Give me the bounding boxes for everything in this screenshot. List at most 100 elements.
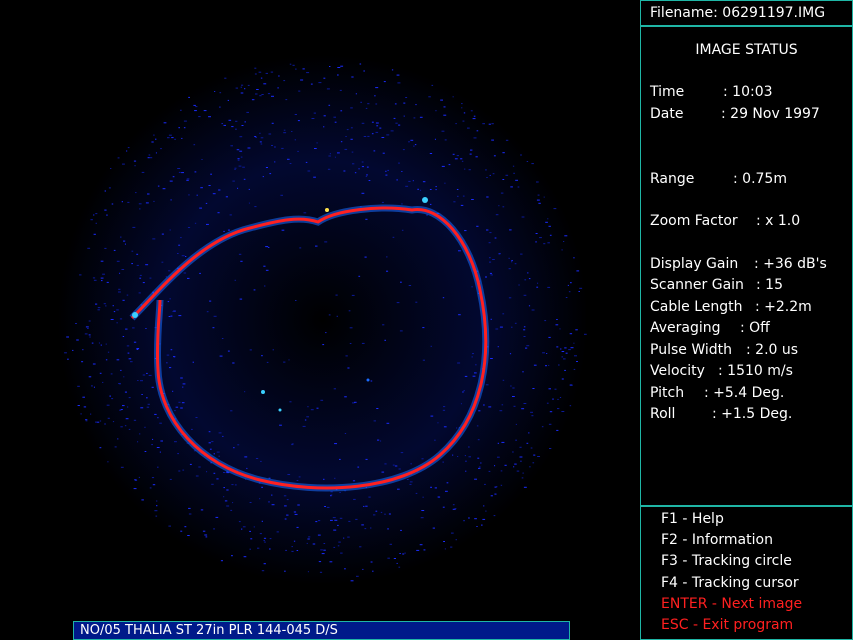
noise-speck bbox=[513, 466, 515, 468]
noise-speck bbox=[489, 232, 492, 234]
noise-speck bbox=[230, 410, 233, 412]
f4-tracking-cursor-key[interactable]: F4 - Tracking cursor bbox=[661, 575, 799, 591]
noise-speck bbox=[573, 342, 575, 344]
f1-help-key[interactable]: F1 - Help bbox=[661, 511, 724, 527]
noise-speck bbox=[372, 570, 374, 572]
noise-speck bbox=[219, 92, 222, 94]
noise-speck bbox=[352, 163, 355, 165]
noise-speck bbox=[168, 525, 171, 527]
noise-speck bbox=[402, 149, 405, 151]
noise-speck bbox=[456, 189, 459, 190]
noise-speck bbox=[337, 524, 339, 526]
noise-speck bbox=[474, 478, 477, 480]
noise-speck bbox=[284, 505, 287, 507]
noise-speck bbox=[387, 528, 389, 530]
noise-speck bbox=[110, 319, 114, 320]
noise-speck bbox=[289, 163, 292, 164]
cable-length-value: : +2.2m bbox=[755, 299, 812, 315]
noise-speck bbox=[186, 178, 190, 180]
noise-speck bbox=[327, 168, 331, 170]
noise-speck bbox=[554, 388, 557, 390]
noise-speck bbox=[124, 425, 127, 427]
noise-speck bbox=[161, 233, 164, 235]
noise-speck bbox=[351, 76, 354, 78]
noise-speck bbox=[265, 167, 268, 168]
noise-speck bbox=[206, 471, 208, 473]
noise-speck bbox=[205, 202, 208, 204]
noise-speck bbox=[286, 514, 289, 516]
noise-speck bbox=[509, 229, 512, 231]
noise-speck bbox=[333, 529, 337, 531]
noise-speck bbox=[573, 257, 575, 259]
noise-speck bbox=[375, 87, 379, 89]
echo-spot bbox=[325, 208, 329, 212]
noise-speck bbox=[216, 478, 219, 480]
noise-speck bbox=[350, 127, 353, 129]
noise-speck bbox=[323, 549, 326, 551]
f3-tracking-circle-key[interactable]: F3 - Tracking circle bbox=[661, 553, 792, 569]
roll-value: : +1.5 Deg. bbox=[712, 406, 793, 422]
noise-speck bbox=[579, 287, 583, 289]
noise-speck bbox=[358, 275, 361, 277]
noise-speck bbox=[508, 268, 511, 270]
time-value: : 10:03 bbox=[723, 84, 773, 100]
noise-speck bbox=[216, 451, 220, 453]
esc-exit-program-key[interactable]: ESC - Exit program bbox=[661, 617, 793, 633]
noise-speck bbox=[111, 203, 114, 205]
noise-speck bbox=[187, 277, 190, 279]
noise-speck bbox=[307, 170, 311, 172]
f2-information-key[interactable]: F2 - Information bbox=[661, 532, 773, 548]
noise-speck bbox=[122, 336, 125, 337]
noise-speck bbox=[557, 398, 559, 400]
noise-speck bbox=[490, 495, 493, 497]
noise-speck bbox=[375, 510, 378, 512]
noise-speck bbox=[561, 356, 564, 358]
noise-speck bbox=[131, 250, 134, 252]
noise-speck bbox=[330, 519, 333, 521]
noise-speck bbox=[261, 486, 263, 488]
noise-speck bbox=[345, 355, 348, 357]
noise-speck bbox=[185, 256, 187, 257]
noise-speck bbox=[237, 444, 240, 446]
noise-speck bbox=[220, 560, 223, 562]
noise-speck bbox=[471, 199, 474, 200]
enter-next-image-key[interactable]: ENTER - Next image bbox=[661, 596, 802, 612]
noise-speck bbox=[350, 138, 353, 140]
noise-speck bbox=[549, 448, 552, 449]
noise-speck bbox=[358, 168, 360, 170]
noise-speck bbox=[393, 558, 396, 559]
noise-speck bbox=[455, 539, 457, 541]
noise-speck bbox=[306, 416, 309, 418]
noise-speck bbox=[326, 506, 330, 508]
noise-speck bbox=[452, 153, 455, 155]
noise-speck bbox=[569, 385, 573, 386]
noise-speck bbox=[237, 159, 240, 161]
noise-speck bbox=[338, 541, 341, 543]
velocity-value: : 1510 m/s bbox=[718, 363, 793, 379]
noise-speck bbox=[415, 104, 417, 106]
noise-speck bbox=[148, 374, 152, 376]
noise-speck bbox=[193, 144, 196, 146]
noise-speck bbox=[271, 122, 274, 124]
noise-speck bbox=[486, 229, 489, 231]
noise-speck bbox=[127, 201, 130, 203]
noise-speck bbox=[533, 364, 537, 366]
noise-speck bbox=[419, 116, 423, 118]
noise-speck bbox=[415, 492, 418, 494]
noise-speck bbox=[558, 364, 560, 366]
noise-speck bbox=[365, 218, 368, 220]
noise-speck bbox=[260, 137, 264, 139]
noise-speck bbox=[337, 545, 340, 547]
noise-speck bbox=[91, 385, 93, 387]
noise-speck bbox=[347, 536, 350, 538]
noise-speck bbox=[381, 201, 384, 203]
noise-speck bbox=[240, 260, 243, 262]
noise-speck bbox=[188, 507, 191, 509]
noise-speck bbox=[122, 405, 125, 407]
noise-speck bbox=[208, 442, 211, 444]
noise-speck bbox=[116, 322, 118, 324]
noise-speck bbox=[462, 120, 465, 122]
noise-speck bbox=[156, 500, 158, 502]
echo-spot bbox=[261, 390, 265, 394]
noise-speck bbox=[307, 571, 309, 573]
